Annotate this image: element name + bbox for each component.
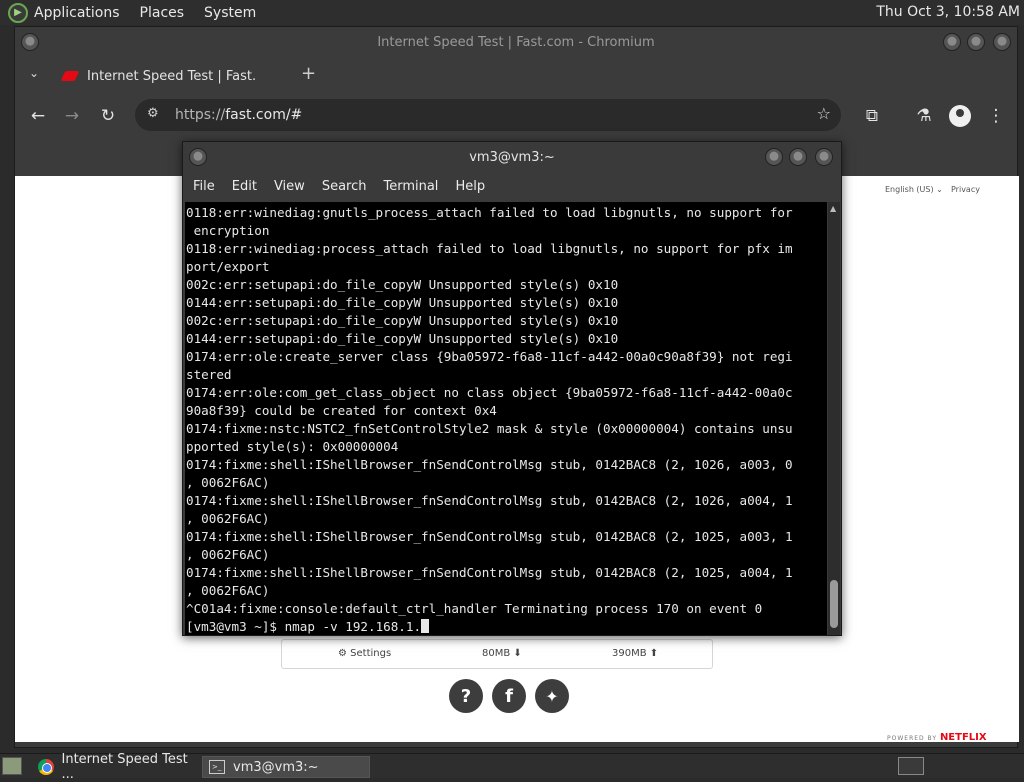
- terminal-menu-edit[interactable]: Edit: [232, 179, 257, 194]
- terminal-menu-search[interactable]: Search: [322, 179, 367, 194]
- terminal-line: 0174:fixme:nstc:NSTC2_fnSetControlStyle2…: [186, 421, 793, 436]
- terminal-line: 0174:err:ole:com_get_class_object no cla…: [186, 385, 793, 400]
- terminal-line: , 0062F6AC): [186, 547, 270, 562]
- url-host: fast.com/#: [225, 107, 303, 123]
- terminal-line: , 0062F6AC): [186, 475, 270, 490]
- twitter-icon[interactable]: ✦: [535, 679, 569, 713]
- terminal-menu-view[interactable]: View: [274, 179, 305, 194]
- terminal-line: 90a8f39} could be created for context 0x…: [186, 403, 497, 418]
- scrollbar-thumb[interactable]: [830, 580, 838, 628]
- taskbar-item-chromium[interactable]: Internet Speed Test ...: [32, 752, 200, 782]
- terminal-line: , 0062F6AC): [186, 583, 270, 598]
- clock[interactable]: Thu Oct 3, 10:58 AM: [876, 4, 1020, 20]
- browser-toolbar: ← → ↻ ⚙ https://fast.com/# ☆ ⧉ ⚗ ⋮: [15, 93, 1017, 141]
- terminal-line: 0144:err:setupapi:do_file_copyW Unsuppor…: [186, 295, 619, 310]
- terminal-menubar: File Edit View Search Terminal Help: [183, 172, 841, 200]
- menu-system[interactable]: System: [204, 5, 256, 21]
- terminal-scrollbar[interactable]: ▲: [828, 202, 840, 635]
- menu-places[interactable]: Places: [140, 5, 185, 21]
- taskbar-item-terminal[interactable]: >_ vm3@vm3:~: [202, 756, 370, 778]
- terminal-line: 0174:fixme:shell:IShellBrowser_fnSendCon…: [186, 493, 793, 508]
- window-menu-button[interactable]: [21, 33, 39, 51]
- terminal-maximize-button[interactable]: [789, 148, 807, 166]
- terminal-title-bar[interactable]: vm3@vm3:~: [183, 142, 841, 172]
- tab-strip: ⌄ Internet Speed Test | Fast.com +: [15, 57, 1017, 93]
- bottom-taskbar: Internet Speed Test ... >_ vm3@vm3:~: [0, 752, 1024, 782]
- powered-by-netflix: POWERED BY NETFLIX: [887, 732, 987, 742]
- terminal-line: pported style(s): 0x00000004: [186, 439, 399, 454]
- workspace-switcher-1[interactable]: [898, 757, 924, 775]
- terminal-prompt: [vm3@vm3 ~]$: [186, 619, 285, 634]
- terminal-close-button[interactable]: [815, 148, 833, 166]
- forward-arrow-icon[interactable]: →: [61, 105, 83, 127]
- terminal-line: 0118:err:winediag:process_attach failed …: [186, 241, 793, 256]
- unloaded-value: 80MB ⬇: [482, 648, 522, 659]
- terminal-line: 0118:err:winediag:gnutls_process_attach …: [186, 205, 793, 220]
- terminal-window: vm3@vm3:~ File Edit View Search Terminal…: [182, 141, 842, 636]
- back-arrow-icon[interactable]: ←: [27, 105, 49, 127]
- menu-kebab-icon[interactable]: ⋮: [985, 105, 1007, 127]
- settings-button[interactable]: ⚙ Settings: [338, 648, 391, 659]
- url-scheme: https://: [175, 107, 226, 123]
- privacy-link[interactable]: Privacy: [951, 185, 980, 194]
- window-title: Internet Speed Test | Fast.com - Chromiu…: [377, 34, 655, 50]
- terminal-line: 0174:fixme:shell:IShellBrowser_fnSendCon…: [186, 529, 793, 544]
- taskbar-item-label: vm3@vm3:~: [233, 759, 319, 775]
- minimize-button[interactable]: [943, 33, 961, 51]
- terminal-line: 0174:err:ole:create_server class {9ba059…: [186, 349, 793, 364]
- site-info-icon[interactable]: ⚙: [147, 106, 159, 121]
- tab-fast-com[interactable]: Internet Speed Test | Fast.com: [53, 59, 291, 93]
- address-bar[interactable]: ⚙ https://fast.com/# ☆: [135, 99, 841, 131]
- terminal-line: port/export: [186, 259, 270, 274]
- terminal-minimize-button[interactable]: [765, 148, 783, 166]
- terminal-line: ^C01a4:fixme:console:default_ctrl_handle…: [186, 601, 763, 616]
- terminal-menu-file[interactable]: File: [193, 179, 215, 194]
- terminal-line: 002c:err:setupapi:do_file_copyW Unsuppor…: [186, 277, 619, 292]
- terminal-line: 0174:fixme:shell:IShellBrowser_fnSendCon…: [186, 457, 793, 472]
- extensions-puzzle-icon[interactable]: ⧉: [861, 105, 883, 127]
- chromium-title-bar[interactable]: Internet Speed Test | Fast.com - Chromiu…: [15, 27, 1017, 57]
- facebook-icon[interactable]: f: [492, 679, 526, 713]
- new-tab-plus-icon[interactable]: +: [301, 63, 316, 84]
- tab-title: Internet Speed Test | Fast.com: [87, 68, 255, 84]
- terminal-line: 002c:err:setupapi:do_file_copyW Unsuppor…: [186, 313, 619, 328]
- chromium-icon: [38, 759, 54, 775]
- show-desktop-icon[interactable]: [2, 757, 22, 775]
- top-panel: ▶ Applications Places System Thu Oct 3, …: [0, 0, 1024, 25]
- applications-logo-icon[interactable]: ▶: [8, 2, 28, 23]
- terminal-line: , 0062F6AC): [186, 511, 270, 526]
- terminal-line: 0174:fixme:shell:IShellBrowser_fnSendCon…: [186, 565, 793, 580]
- terminal-line: 0144:err:setupapi:do_file_copyW Unsuppor…: [186, 331, 619, 346]
- terminal-window-menu-button[interactable]: [189, 148, 207, 166]
- netflix-favicon-icon: [63, 69, 77, 83]
- language-selector[interactable]: English (US) ⌄: [885, 185, 943, 194]
- tab-search-chevron-icon[interactable]: ⌄: [29, 66, 39, 80]
- reload-icon[interactable]: ↻: [97, 105, 119, 127]
- scroll-up-arrow-icon[interactable]: ▲: [830, 204, 836, 213]
- terminal-title: vm3@vm3:~: [469, 149, 555, 165]
- terminal-menu-terminal[interactable]: Terminal: [383, 179, 438, 194]
- terminal-icon: >_: [209, 760, 225, 774]
- profile-avatar-icon[interactable]: [949, 105, 971, 127]
- terminal-menu-help[interactable]: Help: [455, 179, 485, 194]
- maximize-button[interactable]: [967, 33, 985, 51]
- menu-applications[interactable]: Applications: [34, 5, 120, 21]
- terminal-line: encryption: [186, 223, 270, 238]
- terminal-command-input[interactable]: nmap -v 192.168.1.: [285, 619, 421, 634]
- close-window-button[interactable]: [993, 33, 1011, 51]
- terminal-cursor: [421, 619, 430, 633]
- loaded-value: 390MB ⬆: [612, 648, 659, 659]
- bookmark-star-icon[interactable]: ☆: [817, 104, 831, 123]
- speed-stats-bar: ⚙ Settings 80MB ⬇ 390MB ⬆: [281, 639, 713, 669]
- help-question-icon[interactable]: ?: [449, 679, 483, 713]
- terminal-output[interactable]: 0118:err:winediag:gnutls_process_attach …: [185, 202, 827, 635]
- labs-flask-icon[interactable]: ⚗: [913, 105, 935, 127]
- terminal-line: stered: [186, 367, 232, 382]
- terminal-prompt-line[interactable]: [vm3@vm3 ~]$ nmap -v 192.168.1.: [186, 618, 827, 635]
